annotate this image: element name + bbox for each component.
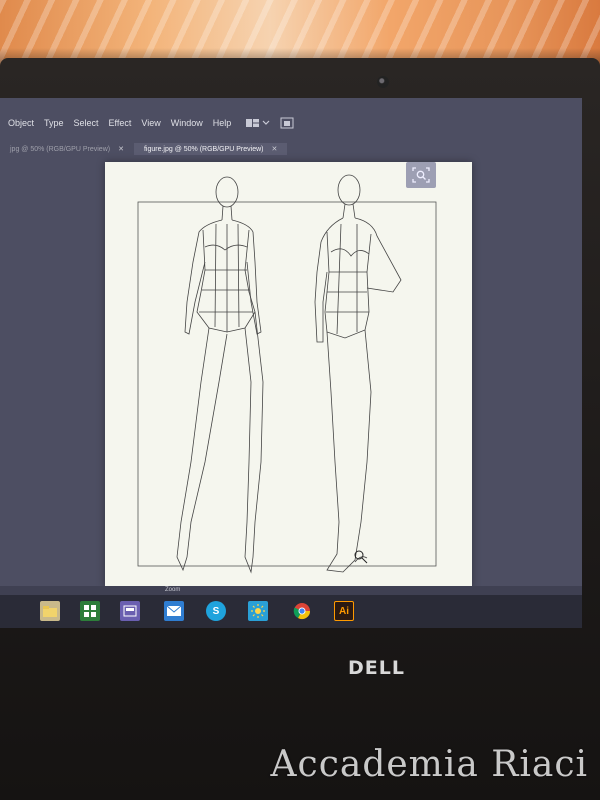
tab-label: jpg @ 50% (RGB/GPU Preview) [10, 146, 111, 153]
magnifier-icon [412, 167, 430, 183]
tab-label: figure.jpg @ 50% (RGB/GPU Preview) [143, 146, 264, 153]
tab-other-document[interactable]: jpg @ 50% (RGB/GPU Preview) ✕ [0, 143, 134, 155]
fashion-croquis-artwork [137, 174, 437, 574]
menu-view[interactable]: View [136, 118, 165, 128]
close-icon[interactable]: ✕ [272, 146, 278, 153]
watermark-text: Accademia Riaci [270, 744, 588, 785]
mail-icon[interactable] [164, 601, 184, 621]
workspace-switcher-icon[interactable] [280, 117, 294, 129]
laptop-screen: Object Type Select Effect View Window He… [0, 98, 582, 628]
menu-select[interactable]: Select [69, 118, 104, 128]
status-zoom-label: Zoom [165, 587, 181, 593]
croquis-front-figure [176, 176, 264, 574]
croquis-side-figure [314, 174, 402, 573]
file-explorer-icon[interactable] [40, 601, 60, 621]
dell-logo: DELL [348, 657, 405, 679]
webcam-icon [377, 76, 389, 88]
tab-figure-document[interactable]: figure.jpg @ 50% (RGB/GPU Preview) ✕ [133, 143, 288, 155]
menu-type[interactable]: Type [39, 118, 69, 128]
illustrator-icon[interactable]: Ai [334, 601, 354, 621]
skype-icon[interactable]: S [206, 601, 226, 621]
close-icon[interactable]: ✕ [118, 146, 124, 153]
document-tabs: jpg @ 50% (RGB/GPU Preview) ✕ figure.jpg … [0, 138, 582, 155]
menu-object[interactable]: Object [0, 118, 39, 128]
menu-bar: Object Type Select Effect View Window He… [0, 110, 582, 136]
menu-window[interactable]: Window [166, 118, 208, 128]
app-tile-icon[interactable] [120, 601, 140, 621]
menu-help[interactable]: Help [208, 118, 237, 128]
arrange-documents-icon[interactable] [246, 118, 270, 128]
store-icon[interactable] [80, 601, 100, 621]
document-canvas[interactable] [105, 162, 472, 588]
chrome-icon[interactable] [292, 601, 312, 621]
windows-taskbar: S Ai [0, 595, 582, 628]
weather-icon[interactable] [248, 601, 268, 621]
fit-screen-button[interactable] [406, 162, 436, 188]
menu-effect[interactable]: Effect [104, 118, 137, 128]
